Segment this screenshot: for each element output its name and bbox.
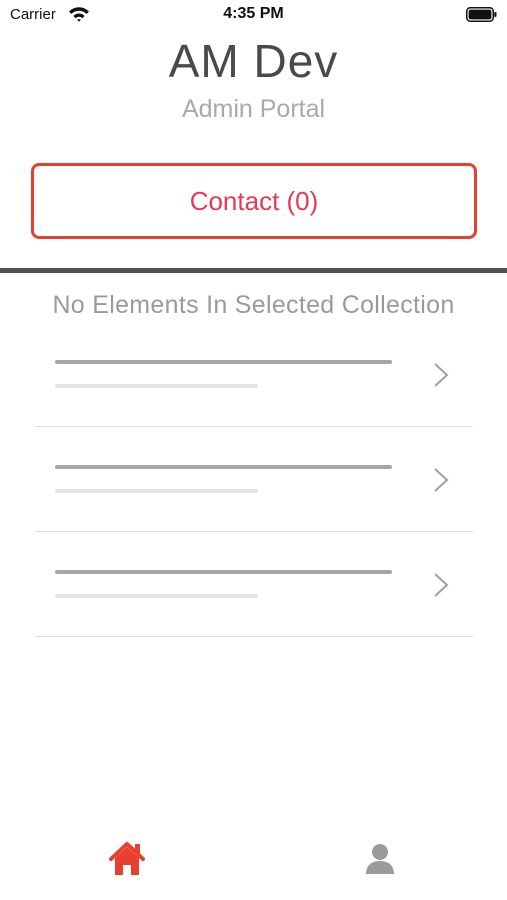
placeholder-subtitle-line: [55, 384, 258, 388]
placeholder-row[interactable]: [35, 532, 473, 637]
contact-button[interactable]: Contact (0): [31, 163, 477, 239]
chevron-right-icon: [434, 573, 449, 597]
placeholder-row[interactable]: [35, 322, 473, 427]
app-screen: Carrier 4:35 PM AM Dev Admin Portal Cont…: [0, 0, 507, 900]
section-divider: [0, 268, 507, 273]
tab-bar: [0, 825, 507, 900]
battery-icon: [466, 7, 497, 22]
status-time: 4:35 PM: [223, 5, 284, 22]
placeholder-title-line: [55, 465, 392, 469]
chevron-right-icon: [434, 468, 449, 492]
chevron-right-icon: [434, 363, 449, 387]
status-bar: Carrier 4:35 PM: [0, 0, 507, 30]
app-title: AM Dev: [168, 35, 339, 87]
placeholder-title-line: [55, 570, 392, 574]
app-subtitle: Admin Portal: [181, 95, 326, 123]
empty-collection-message: No Elements In Selected Collection: [52, 291, 455, 319]
placeholder-subtitle-line: [55, 489, 258, 493]
placeholder-row[interactable]: [35, 427, 473, 532]
placeholder-title-line: [55, 360, 392, 364]
home-icon[interactable]: [108, 841, 146, 877]
placeholder-list: [35, 322, 473, 637]
person-icon[interactable]: [365, 843, 395, 875]
placeholder-subtitle-line: [55, 594, 258, 598]
